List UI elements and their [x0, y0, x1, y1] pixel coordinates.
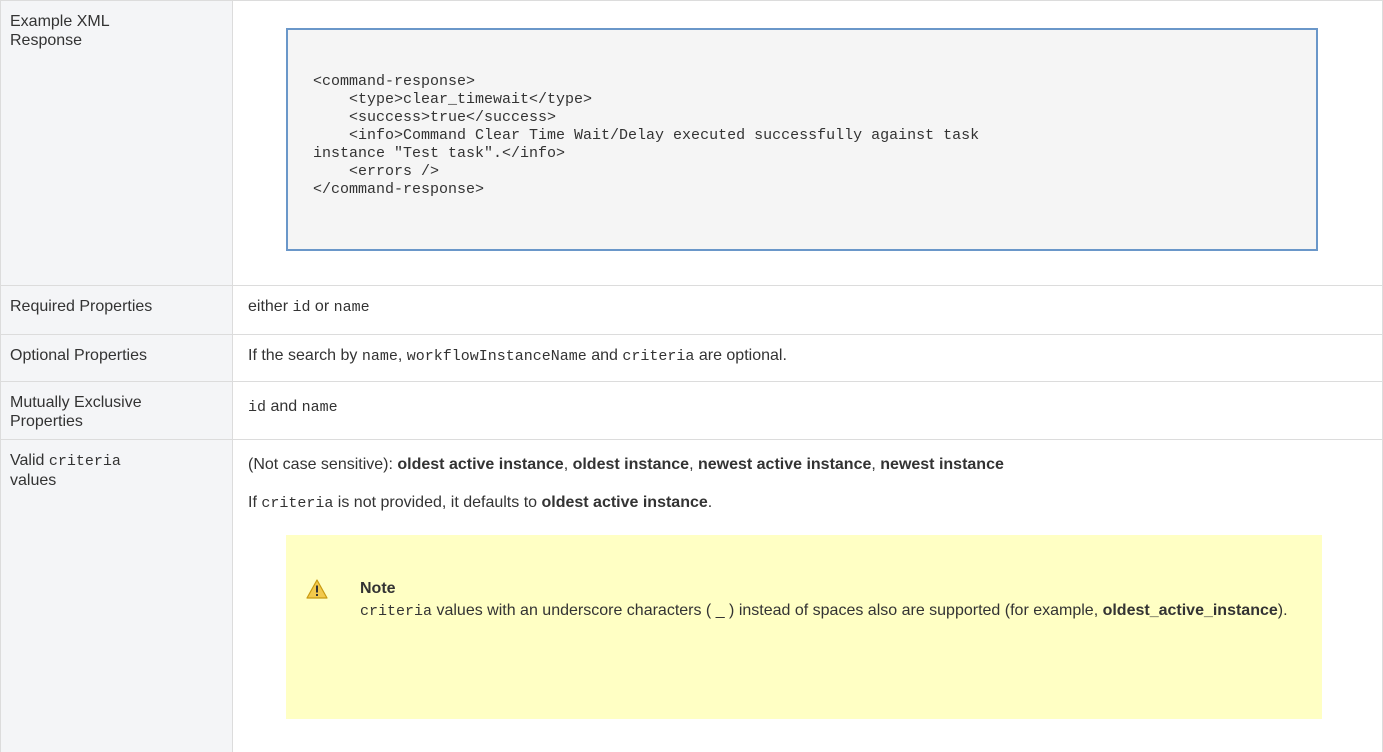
- code-text: name: [302, 399, 338, 416]
- text: ,: [689, 456, 698, 473]
- row-label: Example XML Response: [1, 1, 169, 58]
- code-line: </command-response>: [313, 181, 484, 198]
- text: ,: [564, 456, 573, 473]
- code-panel: <command-response> <type>clear_timewait<…: [286, 28, 1318, 251]
- table-row: Optional Properties If the search by nam…: [1, 335, 1383, 382]
- properties-table: Example XML Response <command-response> …: [0, 0, 1383, 752]
- text: .: [708, 494, 712, 511]
- text: ,: [871, 456, 880, 473]
- row-label: Mutually Exclusive Properties: [1, 382, 232, 439]
- code-text: criteria: [261, 495, 333, 512]
- row-label: Required Properties: [1, 286, 232, 324]
- example-value: oldest_active_instance: [1103, 602, 1278, 619]
- text: or: [310, 298, 333, 315]
- row-value: (Not case sensitive): oldest active inst…: [233, 440, 1382, 521]
- row-label-cell: Required Properties: [1, 286, 233, 335]
- text: values: [10, 471, 223, 490]
- text: values with an underscore characters ( _…: [432, 602, 1103, 619]
- row-label-cell: Example XML Response: [1, 1, 233, 286]
- criteria-option: oldest instance: [573, 456, 689, 473]
- code-line: <type>clear_timewait</type>: [313, 91, 592, 108]
- label-line: Properties: [10, 412, 223, 431]
- code-text: criteria: [49, 453, 121, 470]
- row-value-cell: <command-response> <type>clear_timewait<…: [233, 1, 1383, 286]
- row-value-cell: id and name: [233, 382, 1383, 440]
- table-row: Required Properties either id or name: [1, 286, 1383, 335]
- text: If: [248, 494, 261, 511]
- note-title: Note: [360, 579, 396, 598]
- table-row: Example XML Response <command-response> …: [1, 1, 1383, 286]
- table-row: Valid criteria values (Not case sensitiv…: [1, 440, 1383, 752]
- warning-icon: [306, 579, 328, 599]
- row-value-cell: If the search by name, workflowInstanceN…: [233, 335, 1383, 382]
- row-label-cell: Optional Properties: [1, 335, 233, 382]
- default-paragraph: If criteria is not provided, it defaults…: [248, 493, 1367, 513]
- row-value: id and name: [233, 382, 1382, 425]
- code-text: id: [248, 399, 266, 416]
- criteria-option: oldest active instance: [397, 456, 563, 473]
- text: Valid: [10, 452, 49, 469]
- criteria-option: newest instance: [880, 456, 1004, 473]
- note-text: criteria values with an underscore chara…: [360, 601, 1300, 622]
- row-value: either id or name: [233, 286, 1382, 325]
- label-line: Mutually Exclusive: [10, 393, 223, 412]
- criteria-option: newest active instance: [698, 456, 871, 473]
- row-value: If the search by name, workflowInstanceN…: [233, 335, 1382, 374]
- xml-code-block: <command-response> <type>clear_timewait<…: [313, 73, 979, 199]
- text: either: [248, 298, 292, 315]
- row-label: Valid criteria values: [1, 440, 232, 498]
- row-value-cell: either id or name: [233, 286, 1383, 335]
- row-label-cell: Mutually Exclusive Properties: [1, 382, 233, 440]
- code-line: <command-response>: [313, 73, 475, 90]
- table-row: Mutually Exclusive Properties id and nam…: [1, 382, 1383, 440]
- code-text: workflowInstanceName: [407, 348, 587, 365]
- note-panel: Note criteria values with an underscore …: [286, 535, 1322, 719]
- text: is not provided, it defaults to: [333, 494, 541, 511]
- code-text: id: [292, 299, 310, 316]
- code-line: <errors />: [313, 163, 439, 180]
- code-line: <success>true</success>: [313, 109, 556, 126]
- default-value: oldest active instance: [541, 494, 707, 511]
- text: and: [587, 347, 623, 364]
- code-text: criteria: [360, 603, 432, 620]
- text: (Not case sensitive):: [248, 456, 397, 473]
- row-label-cell: Valid criteria values: [1, 440, 233, 752]
- code-text: name: [334, 299, 370, 316]
- text: If the search by: [248, 347, 362, 364]
- code-text: name: [362, 348, 398, 365]
- code-text: criteria: [622, 348, 694, 365]
- row-label: Optional Properties: [1, 335, 232, 373]
- text: are optional.: [694, 347, 787, 364]
- row-value-cell: (Not case sensitive): oldest active inst…: [233, 440, 1383, 752]
- code-line: instance "Test task".</info>: [313, 145, 565, 162]
- code-line: <info>Command Clear Time Wait/Delay exec…: [313, 127, 979, 144]
- text: ,: [398, 347, 407, 364]
- text: and: [266, 398, 302, 415]
- text: ).: [1278, 602, 1288, 619]
- criteria-values-paragraph: (Not case sensitive): oldest active inst…: [248, 451, 1367, 474]
